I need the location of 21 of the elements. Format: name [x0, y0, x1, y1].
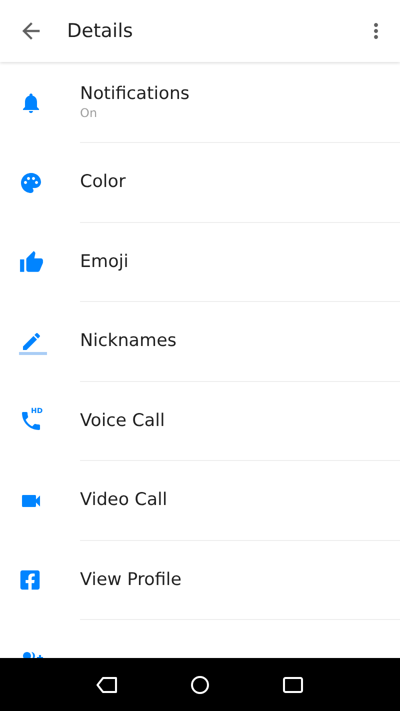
- home-nav-button[interactable]: [190, 674, 210, 694]
- item-label: Notifications: [80, 84, 191, 104]
- settings-item[interactable]: Notifications On: [0, 62, 400, 143]
- thumbs-up-icon: [19, 250, 44, 275]
- back-nav-button[interactable]: [96, 676, 118, 694]
- item-label: Nicknames: [80, 331, 178, 352]
- item-label: Color: [80, 172, 127, 192]
- settings-item[interactable]: Video Call: [0, 461, 400, 540]
- recents-nav-button[interactable]: [282, 676, 304, 694]
- settings-item[interactable]: View Profile: [0, 540, 400, 620]
- item-label: Video Call: [80, 490, 168, 510]
- item-label: View Profile: [80, 570, 183, 590]
- palette-icon: [19, 170, 43, 195]
- page-title: Details: [67, 20, 134, 42]
- settings-item[interactable]: Emoji: [0, 222, 400, 302]
- item-label: Emoji: [80, 252, 130, 272]
- item-subtitle: On: [80, 106, 98, 120]
- settings-item[interactable]: Color: [0, 143, 400, 222]
- item-label: Voice Call: [80, 410, 166, 431]
- settings-item[interactable]: Nicknames: [0, 302, 400, 382]
- facebook-icon: [19, 569, 41, 592]
